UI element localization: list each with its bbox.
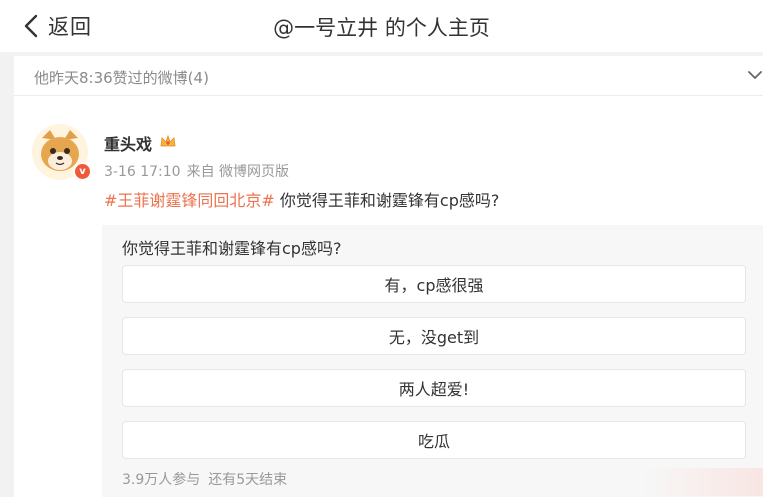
post-content: #王菲谢霆锋同回北京# 你觉得王菲和谢霆锋有cp感吗? bbox=[104, 187, 499, 211]
profile-page: 返回 @一号立井 的个人主页 他昨天8:36赞过的微博(4) v 重头戏 3-1… bbox=[0, 0, 763, 497]
poll-time-left: 还有5天结束 bbox=[208, 472, 288, 488]
poll-option[interactable]: 无，没get到 bbox=[122, 317, 746, 355]
liked-posts-header[interactable]: 他昨天8:36赞过的微博(4) bbox=[14, 56, 763, 96]
poll-option[interactable]: 吃瓜 bbox=[122, 421, 746, 459]
verified-icon: v bbox=[73, 162, 92, 181]
post-username[interactable]: 重头戏 bbox=[104, 131, 152, 155]
page-title: @一号立井 的个人主页 bbox=[273, 16, 490, 40]
crown-icon bbox=[160, 134, 176, 147]
poll-option[interactable]: 两人超爱! bbox=[122, 369, 746, 407]
decorative-fade bbox=[643, 468, 763, 496]
poll-footer: 3.9万人参与 还有5天结束 bbox=[122, 469, 295, 489]
poll-option[interactable]: 有，cp感很强 bbox=[122, 265, 746, 303]
post-source: 来自 微博网页版 bbox=[186, 164, 290, 180]
top-nav-bar: 返回 @一号立井 的个人主页 bbox=[0, 0, 763, 52]
liked-posts-label: 他昨天8:36赞过的微博(4) bbox=[34, 69, 209, 87]
poll-question: 你觉得王菲和谢霆锋有cp感吗? bbox=[122, 239, 342, 258]
hashtag-link[interactable]: #王菲谢霆锋同回北京# bbox=[104, 191, 275, 210]
post-time: 3-16 17:10 bbox=[104, 164, 181, 180]
poll-participants: 3.9万人参与 bbox=[122, 472, 201, 488]
poll-card: 你觉得王菲和谢霆锋有cp感吗? 有，cp感很强 无，没get到 两人超爱! 吃瓜… bbox=[102, 225, 763, 497]
liked-posts-section: 他昨天8:36赞过的微博(4) v 重头戏 3-16 17:10 来自 微博网页… bbox=[14, 56, 763, 497]
post-meta: 3-16 17:10 来自 微博网页版 bbox=[104, 161, 295, 181]
chevron-down-icon[interactable] bbox=[747, 68, 763, 82]
post-text: 你觉得王菲和谢霆锋有cp感吗? bbox=[274, 191, 500, 210]
